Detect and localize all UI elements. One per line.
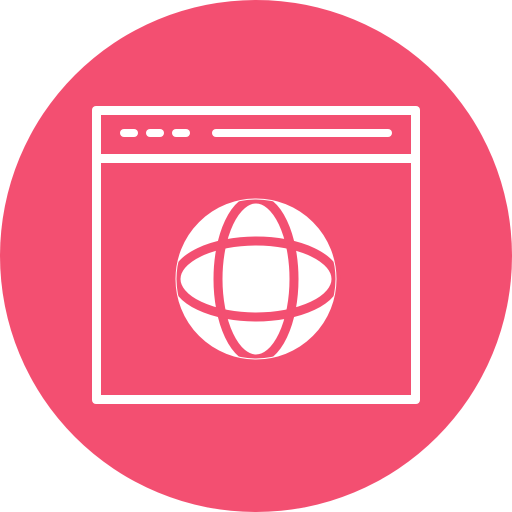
browser-globe-icon xyxy=(0,0,512,512)
window-dot-icon xyxy=(172,129,190,137)
globe-disc xyxy=(176,199,336,359)
window-dot-icon xyxy=(120,129,138,137)
window-dot-icon xyxy=(146,129,164,137)
globe-icon xyxy=(171,194,341,364)
address-bar xyxy=(212,129,392,137)
browser-globe-icon-stage xyxy=(0,0,512,512)
window-dots xyxy=(120,129,190,137)
